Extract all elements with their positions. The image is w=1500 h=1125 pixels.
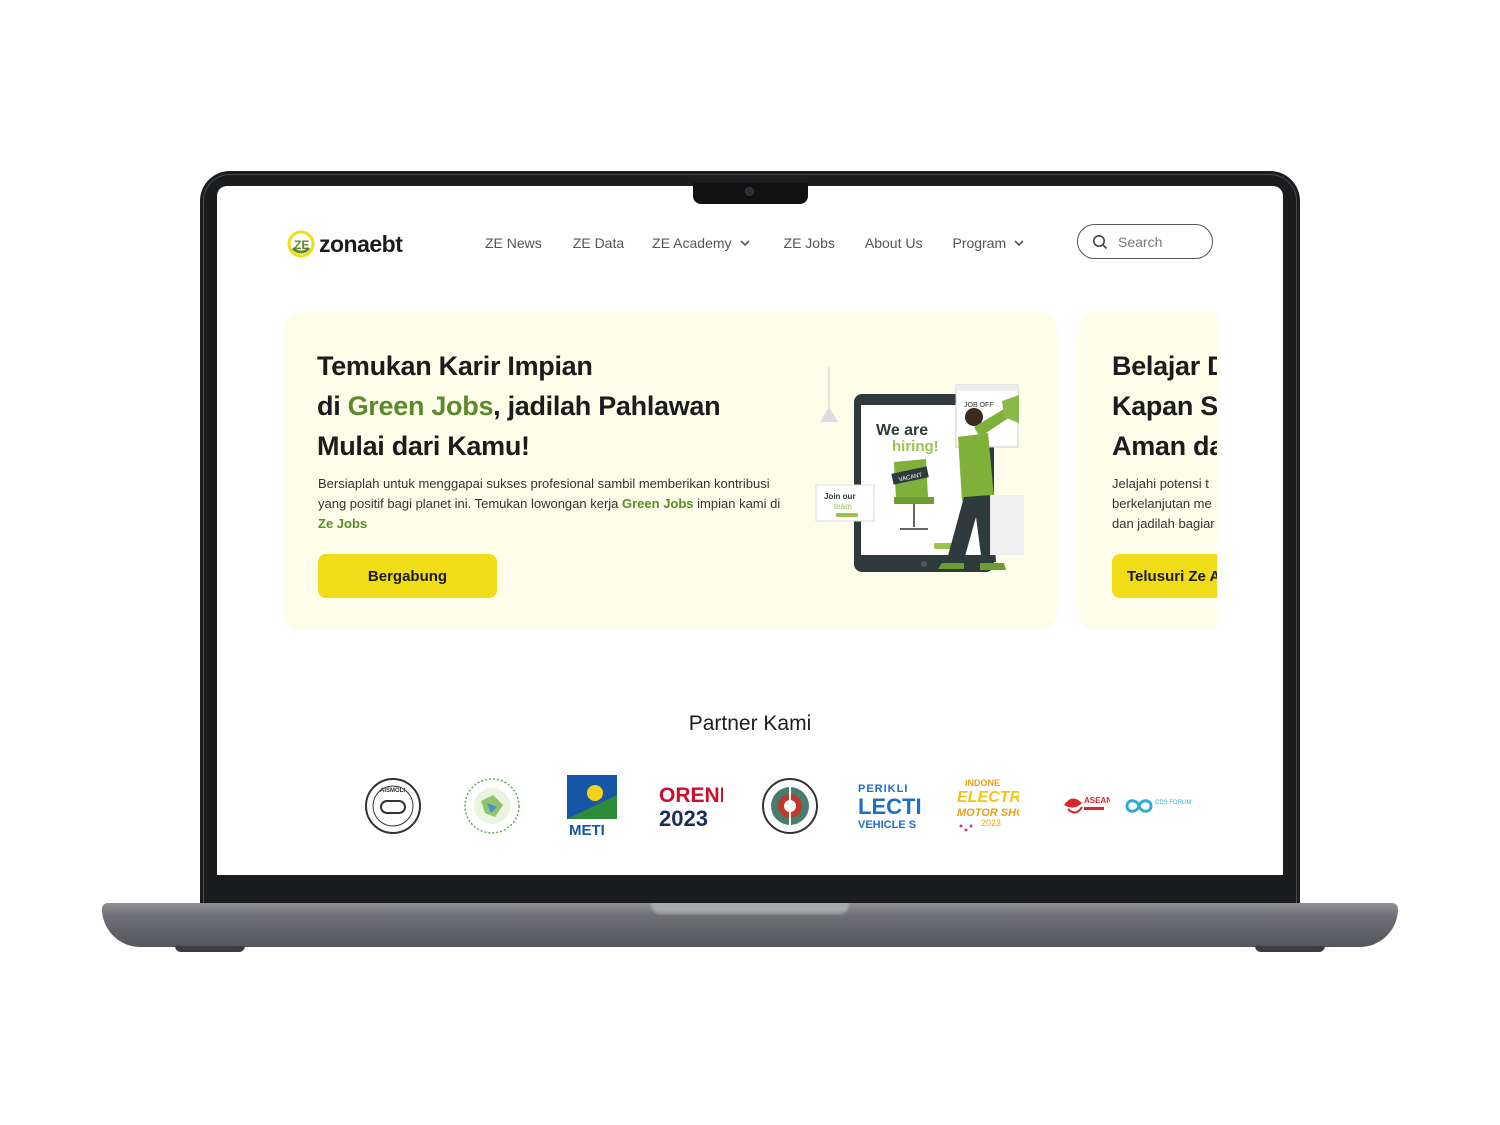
nav-item-ze-data[interactable]: ZE Data: [573, 235, 624, 251]
chevron-down-icon: [739, 240, 750, 247]
partner-logo-asean[interactable]: ASEAN: [1062, 776, 1110, 836]
join-button[interactable]: Bergabung: [318, 554, 497, 598]
cds-forum-logo-icon: CDS FORUM: [1125, 799, 1191, 813]
zonaebt-logo-icon: ZE: [287, 230, 315, 258]
hiring-illustration: We are hiring! VACANT JOB OFF Join our t…: [815, 367, 1024, 572]
main-nav: ZE News ZE Data ZE Academy ZE Jobs About…: [485, 235, 1024, 251]
nav-item-about-us[interactable]: About Us: [865, 235, 923, 251]
partner-logo-electric-motor-show[interactable]: INDONE ELECTR MOTOR SHO 2023: [955, 776, 1019, 836]
explore-academy-button[interactable]: Telusuri Ze A: [1112, 554, 1217, 598]
hero-title-line2: di Green Jobs, jadilah Pahlawan: [317, 391, 721, 421]
nav-item-ze-news[interactable]: ZE News: [485, 235, 542, 251]
job-offer-sign: JOB OFF: [964, 402, 994, 409]
svg-text:2023: 2023: [981, 818, 1001, 828]
join-line2: team: [834, 502, 852, 511]
brand-name: zonaebt: [319, 230, 403, 257]
hero-card2-heading: Belajar D Kapan S Aman da: [1112, 346, 1217, 466]
svg-text:AISMOLI: AISMOLI: [380, 788, 405, 794]
partner-logo-periklindo[interactable]: PERIKLI LECTI VEHICLE S: [858, 776, 922, 836]
nav-item-ze-academy[interactable]: ZE Academy: [652, 235, 750, 251]
search-icon: [1093, 234, 1108, 249]
svg-text:ASEAN: ASEAN: [1084, 796, 1110, 805]
partners-title: Partner Kami: [688, 712, 812, 735]
join-line1: Join our: [824, 492, 856, 501]
laptop-foot: [175, 946, 245, 952]
hero2-title-line1: Belajar D: [1112, 351, 1217, 381]
search-input[interactable]: [1116, 232, 1200, 251]
laptop-foot: [1255, 946, 1325, 952]
partner-logo-green-seal[interactable]: [462, 776, 522, 836]
hero-title-line3: Mulai dari Kamu!: [317, 431, 530, 461]
hero-card-heading: Temukan Karir Impian di Green Jobs, jadi…: [317, 346, 757, 466]
svg-text:ELECTR: ELECTR: [957, 789, 1019, 806]
chevron-down-icon: [1014, 240, 1024, 247]
camera-notch: [693, 183, 808, 204]
search-box[interactable]: [1077, 224, 1213, 259]
periklindo-logo-icon: PERIKLI LECTI VEHICLE S: [858, 783, 922, 831]
browser-viewport: ZE zonaebt ZE News ZE Data ZE Academy ZE…: [217, 186, 1283, 875]
green-seal-logo-icon: [464, 778, 520, 834]
hero2-title-line3: Aman da: [1112, 431, 1217, 461]
hero-card-green-jobs: Temukan Karir Impian di Green Jobs, jadi…: [284, 312, 1057, 630]
svg-text:METI: METI: [569, 822, 605, 837]
svg-text:CDS FORUM: CDS FORUM: [1155, 800, 1191, 806]
brand-logo[interactable]: ZE zonaebt: [287, 230, 403, 258]
svg-text:2023: 2023: [659, 806, 708, 831]
nav-item-program[interactable]: Program: [952, 235, 1024, 251]
hero2-description: Jelajahi potensi t berkelanjutan me dan …: [1112, 476, 1215, 531]
nav-item-ze-jobs[interactable]: ZE Jobs: [784, 235, 835, 251]
orene-logo-icon: ORENE 2023: [659, 784, 723, 831]
hero-card-academy: Belajar D Kapan S Aman da Jelajahi poten…: [1078, 312, 1217, 630]
partner-logo-meti[interactable]: METI: [567, 775, 617, 837]
svg-text:VEHICLE S: VEHICLE S: [858, 819, 916, 831]
asean-logo-icon: ASEAN: [1064, 796, 1110, 814]
electric-motor-show-logo-icon: INDONE ELECTR MOTOR SHO 2023: [957, 778, 1019, 832]
svg-text:ZE: ZE: [294, 238, 309, 252]
svg-text:LECTI: LECTI: [858, 794, 922, 819]
hero-description: Bersiaplah untuk menggapai sukses profes…: [318, 476, 781, 531]
partner-logo-cds-forum[interactable]: CDS FORUM: [1123, 776, 1197, 836]
hiring-line2: hiring!: [892, 438, 939, 455]
hero-title-line1: Temukan Karir Impian: [317, 351, 593, 381]
hero2-title-line2: Kapan S: [1112, 391, 1217, 421]
svg-text:ORENE: ORENE: [659, 784, 723, 807]
emblem-logo-icon: [762, 778, 818, 834]
partner-logo-round-emblem[interactable]: [760, 776, 820, 836]
aismoli-logo-icon: AISMOLI: [365, 778, 421, 834]
laptop-hinge-notch: [650, 903, 850, 915]
partner-logo-orene[interactable]: ORENE 2023: [659, 776, 723, 836]
hiring-line1: We are: [876, 422, 928, 439]
camera-icon: [746, 188, 753, 195]
svg-text:INDONE: INDONE: [965, 778, 1000, 788]
partner-logo-aismoli[interactable]: AISMOLI: [363, 776, 423, 836]
meti-logo-icon: METI: [567, 775, 617, 837]
